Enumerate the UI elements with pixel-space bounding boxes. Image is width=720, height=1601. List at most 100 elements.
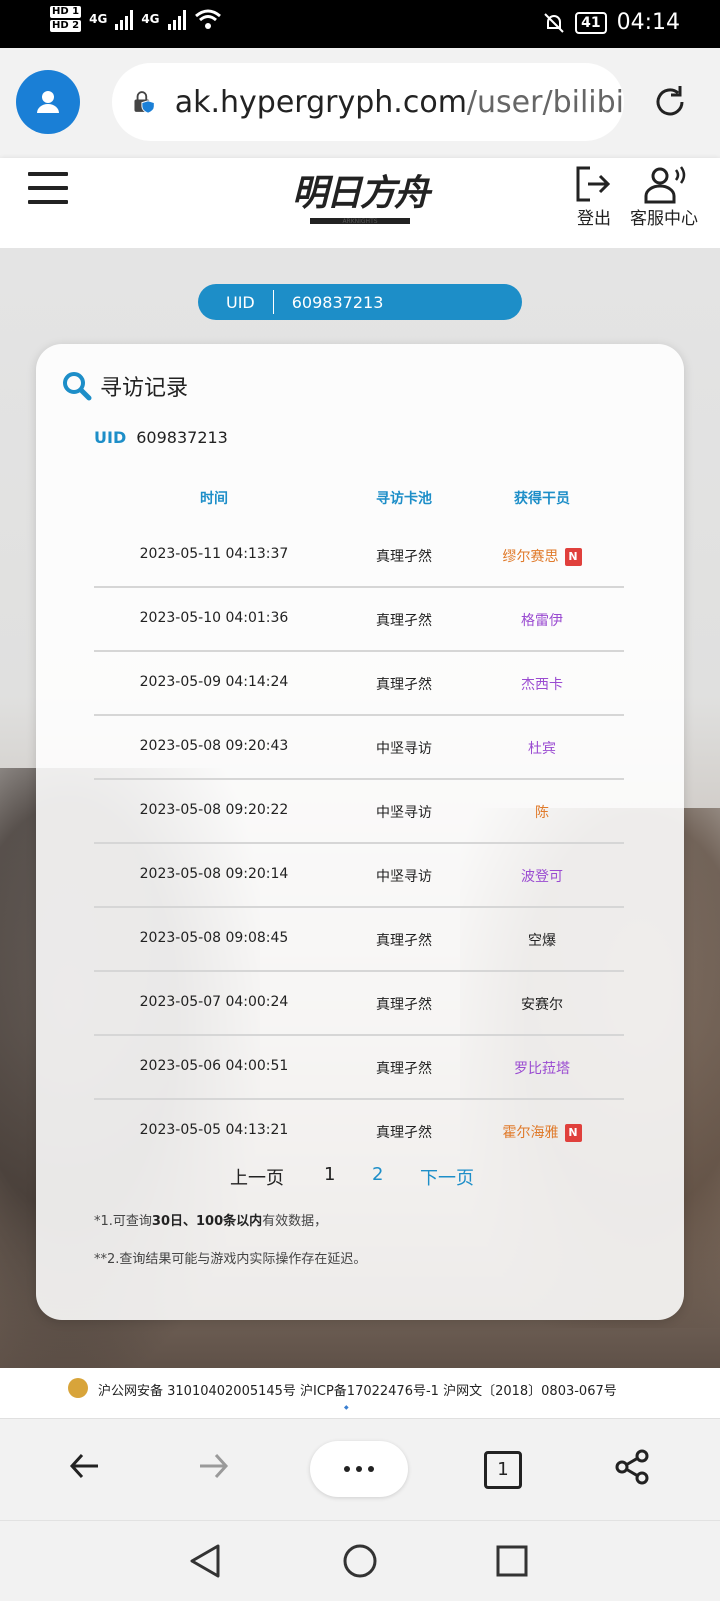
row-time: 2023-05-11 04:13:37 [139,546,289,562]
uid-pill-divider [272,290,274,314]
row-pool: 真理孑然 [376,677,432,693]
sim1-badge: HD 1 [50,6,82,18]
reload-icon[interactable] [650,82,690,122]
customer-service-button[interactable]: 客服中心 [630,164,698,229]
share-icon[interactable] [614,1449,650,1485]
signal-icon-2 [167,8,186,30]
uid-pill: UID 609837213 [198,284,522,320]
column-header-pool: 寻访卡池 [376,491,432,507]
card-title: 寻访记录 [62,370,188,402]
table-row: 2023-05-07 04:00:24 真理孑然 安赛尔 [94,972,624,1036]
table-row: 2023-05-08 09:20:14 中坚寻访 波登可 [94,844,624,908]
user-icon [37,91,59,113]
row-operator-cell: 安赛尔 [492,994,592,1014]
row-operator: 杰西卡 [521,677,563,693]
lock-shield-icon [134,91,155,114]
nav-back-icon[interactable] [188,1543,222,1579]
signal-icon [115,8,134,30]
pagination: 上一页 1 2 下一页 [36,1164,684,1194]
uid-pill-value: 609837213 [291,292,384,312]
address-bar[interactable]: ak.hypergryph.com/user/bilibi [112,63,624,141]
prev-page-button[interactable]: 上一页 [230,1164,284,1190]
system-nav-bar [0,1520,720,1601]
logo-text: 明日方舟 [291,172,430,214]
footer-small-logo: ◆ [344,1404,349,1411]
police-badge-icon [68,1378,88,1398]
url-text: ak.hypergryph.com/user/bilibi [175,85,624,120]
logo-subtitle: ARKNIGHTS [342,218,378,225]
uid-pill-label: UID [226,292,255,312]
nav-recents-icon[interactable] [496,1545,528,1577]
site-footer: 沪公网安备 31010402005145号 沪ICP备17022476号-1 沪… [0,1368,720,1418]
row-operator-cell: 陈 [492,802,592,822]
column-header-operator: 获得干员 [514,491,570,507]
card-title-text: 寻访记录 [100,376,189,401]
account-button[interactable] [16,70,80,134]
nav-home-icon[interactable] [342,1543,378,1579]
wifi-icon [194,9,221,29]
row-time: 2023-05-10 04:01:36 [139,610,289,626]
table-row: 2023-05-10 04:01:36 真理孑然 格雷伊 [94,588,624,652]
logout-icon [576,166,611,202]
battery-indicator: 41 [575,11,607,34]
card-uid-label: UID [94,428,127,447]
mute-bell-icon [544,12,564,33]
table-row: 2023-05-08 09:08:45 真理孑然 空爆 [94,908,624,972]
note-1-bold: 30日、100条以内 [151,1214,263,1229]
table-row: 2023-05-08 09:20:22 中坚寻访 陈 [94,780,624,844]
menu-icon[interactable] [28,172,68,206]
more-menu-button[interactable] [310,1441,408,1497]
card-uid: UID 609837213 [94,428,228,447]
row-pool: 真理孑然 [376,1061,432,1077]
row-time: 2023-05-08 09:08:45 [139,930,289,946]
card-uid-value: 609837213 [136,428,228,447]
logout-label: 登出 [577,209,611,229]
row-operator: 杜宾 [528,741,556,757]
table-row: 2023-05-06 04:00:51 真理孑然 罗比菈塔 [94,1036,624,1100]
column-header-time: 时间 [200,491,228,507]
row-operator: 空爆 [528,933,556,949]
row-pool: 真理孑然 [376,933,432,949]
logout-button[interactable]: 登出 [574,164,614,229]
row-operator-cell: 罗比菈塔 [492,1058,592,1078]
row-operator: 陈 [535,805,549,821]
search-icon [63,372,92,401]
row-operator-cell: 波登可 [492,866,592,886]
row-operator: 格雷伊 [521,613,563,629]
url-domain: ak.hypergryph.com [174,84,467,120]
back-arrow-icon[interactable] [68,1449,102,1483]
table-row: 2023-05-11 04:13:37 真理孑然 缪尔赛思 N [94,524,624,588]
row-operator: 安赛尔 [521,997,563,1013]
page-2-button[interactable]: 2 [372,1164,383,1185]
row-time: 2023-05-06 04:00:51 [139,1058,289,1074]
row-operator-cell: 空爆 [492,930,592,950]
row-pool: 真理孑然 [376,1125,432,1141]
row-time: 2023-05-09 04:14:24 [139,674,289,690]
row-pool: 真理孑然 [376,613,432,629]
sim2-badge: HD 2 [50,20,82,32]
note-1-suffix: 有效数据， [262,1214,328,1229]
url-path: /user/bilibi [466,84,624,120]
tabs-button[interactable]: 1 [484,1451,522,1489]
footer-license-text: 沪公网安备 31010402005145号 沪ICP备17022476号-1 沪… [98,1384,617,1399]
row-pool: 真理孑然 [376,549,432,565]
new-badge: N [564,1124,582,1142]
row-operator-cell: 缪尔赛思 N [492,546,592,566]
note-1-prefix: *1.可查询 [94,1214,152,1229]
next-page-button[interactable]: 下一页 [420,1164,474,1190]
row-operator: 罗比菈塔 [514,1061,570,1077]
arknights-logo[interactable]: 明日方舟 ARKNIGHTS [285,164,435,236]
forward-arrow-icon[interactable] [196,1449,230,1483]
row-pool: 中坚寻访 [376,869,432,885]
support-icon [644,166,686,204]
row-operator: 霍尔海雅 [502,1125,559,1141]
main-content: UID 609837213 寻访记录 UID 609837213 时间 寻访卡池 … [0,248,720,1368]
row-pool: 中坚寻访 [376,805,432,821]
table-row: 2023-05-09 04:14:24 真理孑然 杰西卡 [94,652,624,716]
row-operator-cell: 杰西卡 [492,674,592,694]
note-2: **2.查询结果可能与游戏内实际操作存在延迟。 [94,1252,367,1267]
site-header: 明日方舟 ARKNIGHTS 登出 客服中心 [0,158,720,248]
browser-toolbar: 1 [0,1418,720,1521]
page-1-button[interactable]: 1 [324,1164,335,1185]
row-operator-cell: 杜宾 [492,738,592,758]
